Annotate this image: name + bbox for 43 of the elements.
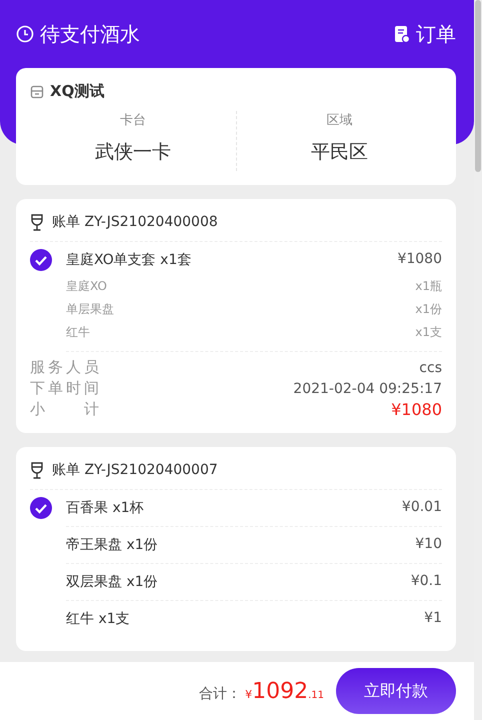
wine-glass-icon — [30, 462, 44, 478]
item-price: ¥10 — [415, 536, 442, 554]
checkbox[interactable] — [30, 497, 52, 519]
item-price: ¥1080 — [397, 251, 442, 269]
field-label: 卡台 — [120, 112, 146, 129]
field-value: 平民区 — [310, 140, 368, 165]
item-name: 皇庭XO单支套 x1套 — [66, 251, 192, 269]
item-price: ¥0.1 — [410, 573, 442, 591]
total-decimals: .11 — [308, 690, 324, 700]
detail-value: ¥1080 — [391, 400, 442, 419]
component-name: 红牛 — [66, 324, 90, 341]
detail-value: 2021-02-04 09:25:17 — [293, 380, 442, 396]
item-name: 红牛 x1支 — [66, 610, 130, 628]
store-icon — [30, 84, 44, 98]
bill-title: 账单 ZY-JS21020400007 — [52, 461, 218, 479]
component-quantity: x1份 — [415, 301, 442, 318]
bill-title: 账单 ZY-JS21020400008 — [52, 213, 218, 231]
item-name: 双层果盘 x1份 — [66, 573, 158, 591]
item-price: ¥0.01 — [402, 499, 442, 517]
clock-icon — [16, 25, 34, 43]
document-icon — [394, 25, 410, 43]
component-quantity: x1支 — [415, 324, 442, 341]
detail-value: ccs — [419, 360, 442, 376]
total-amount: 1092 — [252, 678, 308, 704]
total-currency: ¥ — [245, 688, 252, 700]
item-name: 帝王果盘 x1份 — [66, 536, 158, 554]
component-quantity: x1瓶 — [415, 278, 442, 295]
page-title: 待支付酒水 — [40, 20, 140, 48]
total-label: 合计： — [199, 684, 242, 702]
field-label: 区域 — [326, 112, 352, 129]
pay-button[interactable]: 立即付款 — [336, 668, 456, 714]
detail-label: 小 计 — [30, 400, 102, 419]
field-value: 武侠一卡 — [94, 140, 171, 165]
checkbox[interactable] — [30, 249, 52, 271]
item-price: ¥1 — [424, 610, 442, 628]
detail-label: 下单时间 — [30, 379, 102, 398]
item-name: 百香果 x1杯 — [66, 499, 144, 517]
component-name: 皇庭XO — [66, 278, 107, 295]
component-name: 单层果盘 — [66, 301, 114, 318]
order-link[interactable]: 订单 — [394, 20, 456, 48]
wine-glass-icon — [30, 214, 44, 230]
store-name: XQ测试 — [50, 82, 104, 101]
detail-label: 服务人员 — [30, 358, 102, 377]
